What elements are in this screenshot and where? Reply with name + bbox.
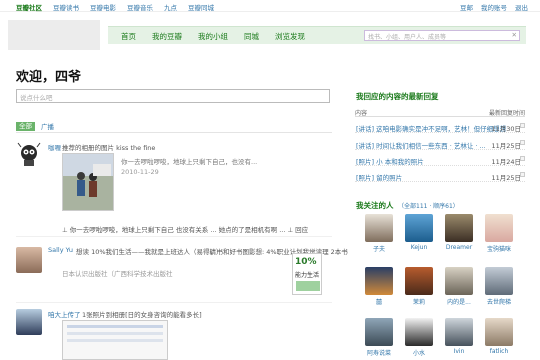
robot-avatar-icon: [17, 142, 41, 166]
account-links: 豆邮 我的账号 退出: [460, 2, 528, 12]
avatar: [365, 318, 393, 346]
status-input[interactable]: 说点什么吧: [16, 89, 330, 103]
main-nav: 首页 我的豆瓣 我的小组 同城 浏览发现 找书、小组、用户人、成员等 ✕: [108, 26, 526, 44]
row-date: 11月30日: [491, 125, 521, 133]
table-row[interactable]: [照片] 小 本和我的照片 11月24日: [355, 153, 525, 166]
mail-link[interactable]: 豆邮: [460, 2, 473, 12]
feed-photo[interactable]: [62, 320, 168, 360]
logout-link[interactable]: 退出: [515, 2, 528, 12]
tab-my-douban[interactable]: 我的豆瓣: [152, 31, 182, 42]
avatar: [405, 214, 433, 242]
row-title[interactable]: [照片] 留的照片: [356, 172, 402, 182]
friend-name[interactable]: 去世爬梯: [476, 297, 522, 306]
tab-city[interactable]: 同城: [244, 31, 259, 42]
site-nav-nine[interactable]: 九点: [164, 2, 177, 12]
avatar: [445, 267, 473, 295]
row-title[interactable]: [讲话] 这咱电影确实是冲不足啊，艺林！但仔细想想: [356, 123, 506, 133]
search-placeholder: 找书、小组、用户人、成员等: [368, 34, 447, 41]
feed-action: 1张照片到相册[日的女身咨询的能看多长]: [82, 311, 202, 319]
row-title[interactable]: [讲话] 时间让我们相信一些东西 · 艺林让 · ...: [356, 140, 486, 150]
feed-caption: ⊥ 你一去啰啦啰唆，地球上只剩下自己 也没有关系 ... 她点的了是相机有啊 .…: [62, 226, 309, 234]
row-date: 11月25日: [491, 174, 521, 182]
feed-date: 2010-11-29: [121, 168, 159, 176]
page-title: 欢迎，四爷: [16, 70, 82, 85]
feed-user[interactable]: Sally Yu: [48, 246, 73, 254]
divider: [16, 236, 332, 237]
search-icon[interactable]: ✕: [512, 31, 517, 39]
site-nav-movie[interactable]: 豆瓣电影: [90, 2, 116, 12]
site-nav-book[interactable]: 豆瓣读书: [53, 2, 79, 12]
book-cover-sub: 能力生活: [295, 272, 320, 279]
following-count[interactable]: （全部111 · 顺序61）: [398, 201, 459, 210]
avatar: [365, 214, 393, 242]
row-checkbox[interactable]: [520, 123, 525, 128]
table-header: 内容 最新回复时间: [355, 108, 525, 117]
table-row[interactable]: [照片] 留的照片 11月25日: [355, 169, 525, 182]
feed-action: 想读 10%我们生活——我就是上班达人（易得精）: [76, 248, 223, 256]
friend-item[interactable]: 宝驹猫咪: [476, 214, 522, 253]
book-cover[interactable]: 10% 能力生活: [292, 253, 322, 295]
friend-item[interactable]: 去世爬梯: [476, 267, 522, 306]
book-cover-title: 10%: [295, 257, 317, 267]
divider: [16, 302, 332, 303]
site-nav: 豆瓣社区 豆瓣读书 豆瓣电影 豆瓣音乐 九点 豆瓣同城: [16, 2, 214, 12]
avatar: [405, 267, 433, 295]
site-nav-events[interactable]: 豆瓣同城: [188, 2, 214, 12]
tab-my-groups[interactable]: 我的小组: [198, 31, 228, 42]
avatar[interactable]: [16, 142, 42, 168]
table-row[interactable]: [讲话] 时间让我们相信一些东西 · 艺林让 · ... 11月25日: [355, 137, 525, 150]
account-link[interactable]: 我的账号: [481, 2, 507, 12]
replies-title: 我回应的内容的最新回复: [356, 92, 439, 101]
status-placeholder: 说点什么吧: [20, 94, 53, 102]
row-date: 11月24日: [491, 158, 521, 166]
tab-explore[interactable]: 浏览发现: [275, 31, 305, 42]
col-content: 内容: [355, 110, 368, 117]
feed-user[interactable]: 咖喱: [48, 142, 61, 152]
tab-broadcast[interactable]: 广播: [41, 121, 54, 131]
tab-home[interactable]: 首页: [121, 31, 136, 42]
avatar: [365, 267, 393, 295]
feed-action: 推荐的相册的图片 kiss the fine: [62, 144, 156, 152]
row-date: 11月25日: [491, 142, 521, 150]
feed-action-2: ，书和好书图影想: 4%职业计划我觉读理 2本书: [210, 248, 348, 256]
row-checkbox[interactable]: [520, 140, 525, 145]
row-title[interactable]: [照片] 小 本和我的照片: [356, 156, 424, 166]
divider: [16, 132, 332, 133]
feed-quote: 你一去啰啦啰唆，地球上只剩下自己，也没有...: [121, 158, 258, 166]
avatar[interactable]: [16, 247, 42, 273]
replies-table: 内容 最新回复时间 [讲话] 这咱电影确实是冲不足啊，艺林！但仔细想想 11月3…: [355, 108, 525, 182]
col-time: 最新回复时间: [488, 110, 525, 117]
photo-image: [63, 154, 113, 210]
table-row[interactable]: [讲话] 这咱电影确实是冲不足啊，艺林！但仔细想想 11月30日: [355, 120, 525, 133]
friend-item[interactable]: fatlich: [476, 318, 522, 355]
avatar: [445, 214, 473, 242]
tab-all[interactable]: 全部: [16, 121, 35, 131]
following-title: 我关注的人: [356, 201, 394, 210]
avatar: [445, 318, 473, 346]
site-nav-community[interactable]: 豆瓣社区: [16, 2, 42, 12]
feed-user[interactable]: 咱大上传了: [48, 309, 81, 319]
avatar: [485, 267, 513, 295]
avatar: [485, 318, 513, 346]
feed-tabs: 全部 广播: [16, 121, 54, 131]
feed-photo[interactable]: [62, 153, 114, 211]
feed-book-sub: 日本认识出版社（广西科学技术出版社: [62, 270, 173, 278]
avatar: [485, 214, 513, 242]
top-nav-bar: 豆瓣社区 豆瓣读书 豆瓣电影 豆瓣音乐 九点 豆瓣同城 豆邮 我的账号 退出: [0, 0, 540, 12]
avatar: [405, 318, 433, 346]
row-checkbox[interactable]: [520, 172, 525, 177]
avatar[interactable]: [16, 309, 42, 335]
row-checkbox[interactable]: [520, 156, 525, 161]
friend-name[interactable]: fatlich: [476, 348, 522, 355]
site-nav-music[interactable]: 豆瓣音乐: [127, 2, 153, 12]
friend-name[interactable]: 宝驹猫咪: [476, 244, 522, 253]
search-input[interactable]: 找书、小组、用户人、成员等 ✕: [364, 30, 520, 41]
site-logo[interactable]: [8, 20, 100, 50]
book-cover-art: [296, 281, 320, 291]
